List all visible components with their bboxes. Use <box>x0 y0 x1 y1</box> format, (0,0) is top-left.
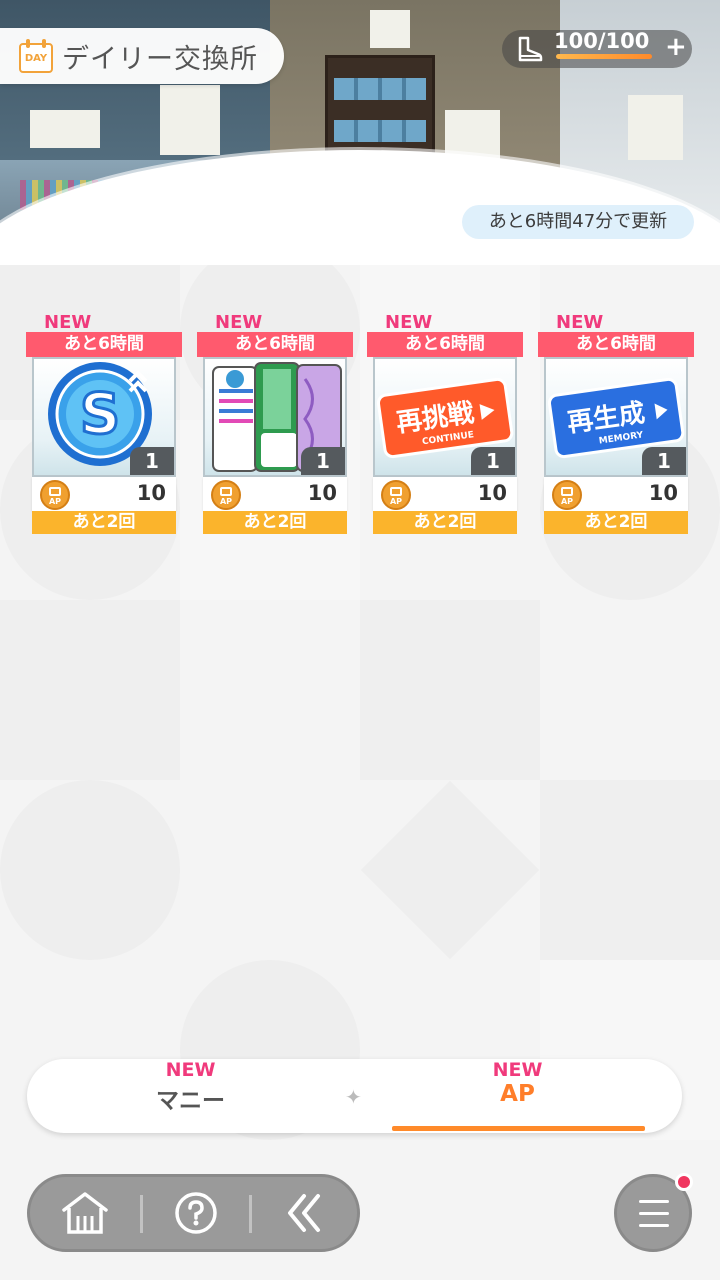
back-button[interactable] <box>250 1177 360 1249</box>
item-timer: あと6時間 <box>197 332 353 357</box>
item-cost: AP 10 <box>373 477 517 511</box>
tab-money[interactable]: NEW マニー <box>27 1059 354 1133</box>
item-quantity: 1 <box>642 447 686 475</box>
ap-icon: AP <box>381 480 411 510</box>
item-image: 再挑戦 CONTINUE 1 <box>373 357 517 477</box>
menu-button[interactable] <box>614 1173 693 1252</box>
item-cost: AP 10 <box>203 477 347 511</box>
exchange-item-card[interactable]: NEW あと6時間 S 1 AP 10 あと2回 <box>26 312 182 534</box>
cost-value: 10 <box>136 481 166 505</box>
stamina-value: 100/100 <box>554 29 650 53</box>
help-icon <box>175 1192 217 1234</box>
remaining-count: あと2回 <box>32 511 176 534</box>
new-badge: NEW <box>165 1059 216 1081</box>
tab-label: マニー <box>156 1088 225 1114</box>
boot-icon <box>518 36 543 62</box>
help-button[interactable] <box>141 1177 251 1249</box>
tab-ap[interactable]: NEW AP <box>354 1059 681 1133</box>
svg-text:S: S <box>80 382 120 447</box>
back-icon <box>288 1194 320 1232</box>
active-tab-indicator <box>392 1126 645 1131</box>
item-quantity: 1 <box>301 447 345 475</box>
ap-icon: AP <box>40 480 70 510</box>
exchange-item-card[interactable]: NEW あと6時間 再挑戦 CONTINUE 1 AP 10 あと2回 <box>367 312 523 534</box>
ap-icon: AP <box>211 480 241 510</box>
remaining-count: あと2回 <box>544 511 688 534</box>
exchange-item-card[interactable]: NEW あと6時間 再生成 MEMORY 1 AP 10 あと2回 <box>538 312 694 534</box>
item-quantity: 1 <box>130 447 174 475</box>
cost-value: 10 <box>648 481 678 505</box>
remaining-count: あと2回 <box>203 511 347 534</box>
item-image: 1 <box>203 357 347 477</box>
item-timer: あと6時間 <box>538 332 694 357</box>
bottom-nav <box>27 1174 360 1252</box>
notification-dot <box>675 1173 693 1191</box>
exchange-item-list: NEW あと6時間 S 1 AP 10 あと2回 NEW あと6時間 1 AP … <box>0 312 720 542</box>
new-badge: NEW <box>44 312 92 333</box>
currency-tab-bar: NEW マニー ✦ NEW AP <box>27 1059 682 1133</box>
new-badge: NEW <box>215 312 263 333</box>
item-cost: AP 10 <box>544 477 688 511</box>
tab-label: AP <box>500 1081 535 1107</box>
new-badge: NEW <box>492 1059 543 1081</box>
cost-value: 10 <box>477 481 507 505</box>
new-badge: NEW <box>385 312 433 333</box>
item-image: 再生成 MEMORY 1 <box>544 357 688 477</box>
item-cost: AP 10 <box>32 477 176 511</box>
cost-value: 10 <box>307 481 337 505</box>
stamina-bar <box>556 54 652 59</box>
page-title: デイリー交換所 <box>62 43 258 75</box>
calendar-icon: DAY <box>18 38 54 74</box>
ap-icon: AP <box>552 480 582 510</box>
home-button[interactable] <box>30 1177 140 1249</box>
stamina-add-button[interactable]: + <box>665 32 687 62</box>
page-title-pill: DAY デイリー交換所 <box>0 28 284 84</box>
item-image: S 1 <box>32 357 176 477</box>
exchange-item-card[interactable]: NEW あと6時間 1 AP 10 あと2回 <box>197 312 353 534</box>
remaining-count: あと2回 <box>373 511 517 534</box>
item-quantity: 1 <box>471 447 515 475</box>
item-timer: あと6時間 <box>26 332 182 357</box>
home-icon <box>62 1192 108 1234</box>
item-timer: あと6時間 <box>367 332 523 357</box>
new-badge: NEW <box>556 312 604 333</box>
refresh-timer: あと6時間47分で更新 <box>462 205 694 239</box>
stamina-display[interactable]: 100/100 + <box>502 29 692 68</box>
